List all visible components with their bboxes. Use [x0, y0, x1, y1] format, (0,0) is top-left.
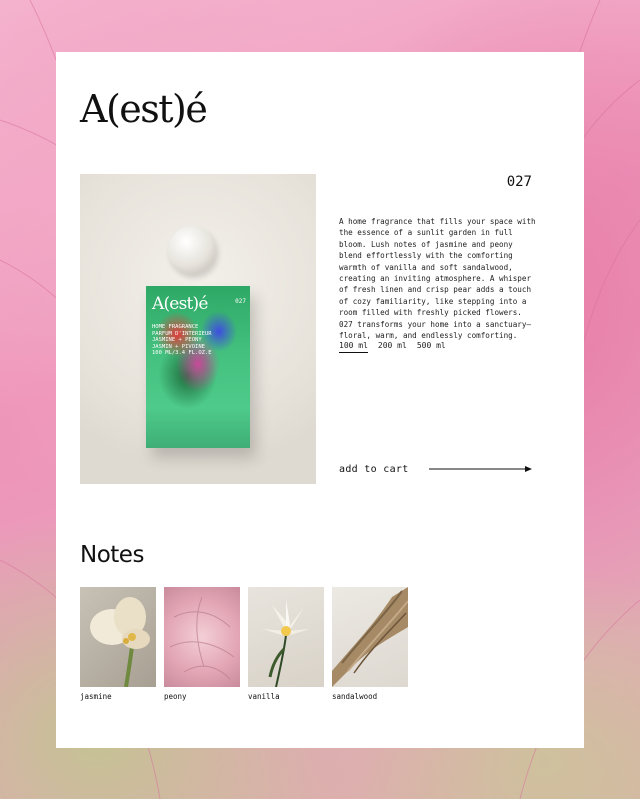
notes-heading: Notes — [80, 542, 144, 568]
note-label-vanilla: vanilla — [248, 692, 280, 701]
size-option-100ml[interactable]: 100 ml — [339, 341, 368, 353]
note-label-peony: peony — [164, 692, 187, 701]
add-to-cart-label: add to cart — [339, 463, 409, 475]
size-selector: 100 ml 200 ml 500 ml — [339, 341, 446, 353]
product-description: A home fragrance that fills your space w… — [339, 217, 536, 341]
add-to-cart-button[interactable]: add to cart — [339, 462, 532, 476]
vanilla-photo — [248, 587, 324, 687]
arrow-right-icon — [429, 466, 532, 472]
note-item-sandalwood[interactable]: sandalwood — [332, 587, 408, 701]
bottle-line: 100 ML/3.4 FL.OZ.E — [152, 350, 212, 356]
product-number: 027 — [506, 174, 532, 190]
bottle: A(est)é 027 HOME FRAGRANCE PARFUM D'INTE… — [146, 286, 250, 448]
bottle-cap — [168, 226, 216, 274]
product-card: A(est)é A(est)é 027 HOME FRAGRANCE PARFU… — [56, 52, 584, 748]
note-item-vanilla[interactable]: vanilla — [248, 587, 324, 701]
size-option-500ml[interactable]: 500 ml — [417, 341, 446, 353]
note-label-jasmine: jasmine — [80, 692, 112, 701]
note-item-jasmine[interactable]: jasmine — [80, 587, 156, 701]
brand-logo[interactable]: A(est)é — [80, 90, 208, 128]
jasmine-photo — [80, 587, 156, 687]
bottle-logo: A(est)é — [152, 294, 208, 314]
bottle-number: 027 — [235, 298, 246, 305]
sandalwood-photo — [332, 587, 408, 687]
product-image: A(est)é 027 HOME FRAGRANCE PARFUM D'INTE… — [80, 174, 316, 484]
size-option-200ml[interactable]: 200 ml — [378, 341, 407, 353]
bottle-label-text: HOME FRAGRANCE PARFUM D'INTERIEUR JASMIN… — [152, 324, 244, 357]
note-item-peony[interactable]: peony — [164, 587, 240, 701]
peony-photo — [164, 587, 240, 687]
note-label-sandalwood: sandalwood — [332, 692, 378, 701]
